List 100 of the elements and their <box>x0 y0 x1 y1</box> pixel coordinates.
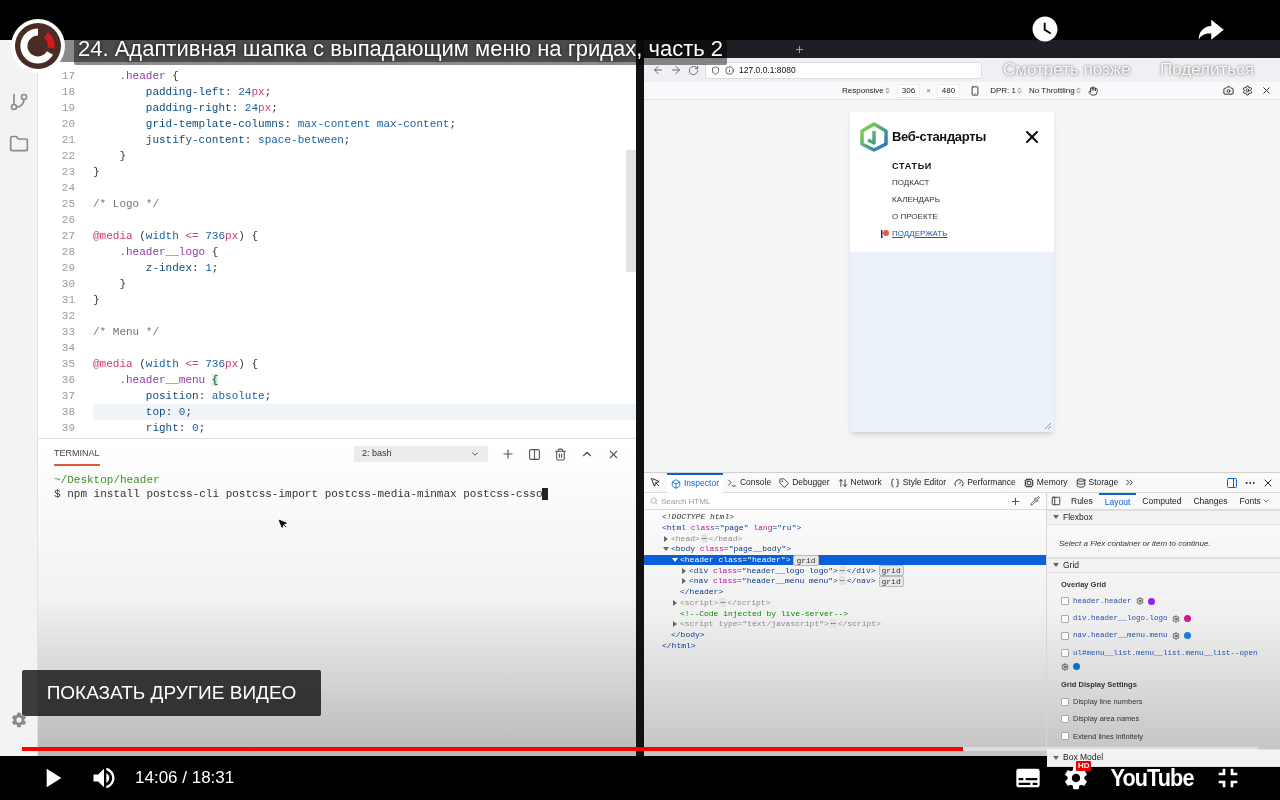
tree-row[interactable]: <script> ⋯ </script> <box>644 597 1046 609</box>
pick-element-icon[interactable] <box>650 477 661 488</box>
width-field[interactable]: 306 <box>896 83 921 98</box>
terminal-tab[interactable]: TERMINAL <box>54 442 100 466</box>
shell-dropdown[interactable]: 2: bash <box>354 446 488 462</box>
screenshot-icon[interactable] <box>1223 85 1234 96</box>
expand-arrow-icon[interactable] <box>672 557 678 564</box>
devtools-tab[interactable]: Storage <box>1071 472 1123 493</box>
checkbox[interactable] <box>1061 732 1069 741</box>
tree-row[interactable]: <html class="page" lang="ru"> <box>644 522 1046 534</box>
checkbox[interactable] <box>1061 714 1069 723</box>
checkbox[interactable] <box>1061 649 1069 658</box>
tree-node-text: <!--Code injected by live-server--> <box>680 607 849 620</box>
sidebar-tab[interactable]: Fonts <box>1233 492 1276 510</box>
site-logo-icon <box>860 122 888 152</box>
tree-node-text: <head> ⋯ </head> <box>671 532 743 545</box>
grid-badge[interactable]: grid <box>878 575 904 587</box>
sidebar-tab[interactable]: Rules <box>1065 492 1099 510</box>
checkbox[interactable] <box>1061 697 1069 706</box>
checkbox[interactable] <box>1061 631 1069 640</box>
tree-row[interactable]: <body class="page__body"> <box>644 544 1046 555</box>
rotate-icon[interactable] <box>970 85 981 96</box>
line-number: 34 <box>60 340 75 356</box>
expand-arrow-icon[interactable] <box>672 599 678 606</box>
new-tab-icon[interactable] <box>794 43 805 55</box>
expand-arrow-icon[interactable] <box>663 535 669 542</box>
trash-icon[interactable] <box>554 447 567 461</box>
reload-icon[interactable] <box>688 64 699 76</box>
close-icon[interactable] <box>1261 85 1272 96</box>
devtools-tab[interactable]: Style Editor <box>885 472 951 493</box>
menu-link[interactable]: КАЛЕНДАРЬ <box>892 194 940 206</box>
devtools-tab[interactable]: Performance <box>950 472 1020 493</box>
folder-icon[interactable] <box>8 134 29 154</box>
menu-link[interactable]: О ПРОЕКТЕ <box>892 211 938 223</box>
devtools-tab[interactable]: Console <box>722 472 776 493</box>
gear-icon[interactable] <box>10 711 28 729</box>
sidebar-tab[interactable]: Computed <box>1136 492 1188 510</box>
dpr-select[interactable]: DPR: 1 <box>990 84 1023 97</box>
grid-badge[interactable]: grid <box>793 554 819 566</box>
code-line: justify-content: space-between; <box>144 133 352 148</box>
code-line: right: 0; <box>144 421 207 436</box>
gear-icon[interactable] <box>1061 662 1069 671</box>
devtools-tab[interactable]: Memory <box>1019 472 1072 493</box>
line-number: 37 <box>60 388 75 404</box>
tree-row[interactable]: <!--Code injected by live-server--> <box>644 608 1046 619</box>
watch-later-button[interactable]: Смотреть позже <box>1003 57 1131 83</box>
caret-icon <box>1074 87 1082 94</box>
panel-toggle-icon[interactable] <box>1051 496 1061 506</box>
expand-arrow-icon[interactable] <box>681 567 687 574</box>
tree-row[interactable]: <header class="header"> grid <box>644 554 1046 566</box>
grid-badge[interactable]: grid <box>878 565 904 577</box>
more-tabs-icon[interactable] <box>1124 477 1136 488</box>
gear-icon[interactable] <box>1171 631 1180 640</box>
devtools-tab[interactable]: Debugger <box>775 472 834 493</box>
tree-row[interactable]: <nav class="header__menu menu"> ⋯ </nav> grid <box>644 576 1046 587</box>
expand-arrow-icon[interactable] <box>681 578 687 585</box>
channel-logo[interactable] <box>10 18 66 74</box>
menu-link[interactable]: ПОДКАСТ <box>892 177 930 189</box>
line-number: 33 <box>60 324 75 340</box>
caret-icon <box>883 87 891 94</box>
resize-handle-icon[interactable] <box>1044 422 1052 430</box>
height-field[interactable]: 480 <box>936 83 961 98</box>
forward-icon[interactable] <box>670 64 682 76</box>
tree-row[interactable]: <div class="header__logo logo"> ⋯ </div> grid <box>644 565 1046 577</box>
touch-icon[interactable] <box>1087 85 1098 96</box>
devtools-tab[interactable]: Network <box>833 472 886 493</box>
progress-track[interactable] <box>22 747 1258 751</box>
tree-row[interactable]: <head> ⋯ </head> <box>644 533 1046 545</box>
back-icon[interactable] <box>652 64 664 76</box>
sidebar-tab[interactable]: Changes <box>1187 492 1234 510</box>
devtools-tab[interactable]: Inspector <box>667 472 723 493</box>
tree-row[interactable]: <script type="text/javascript"> ⋯ </script> <box>644 618 1046 630</box>
settings-icon[interactable] <box>1242 85 1253 96</box>
gear-icon[interactable] <box>1171 614 1180 623</box>
line-number: 35 <box>60 356 75 372</box>
more-videos-button[interactable]: ПОКАЗАТЬ ДРУГИЕ ВИДЕО <box>22 670 321 716</box>
split-icon[interactable] <box>528 447 541 461</box>
add-icon[interactable] <box>1010 495 1021 507</box>
tree-row[interactable]: <!DOCTYPE html> <box>644 512 1046 523</box>
source-control-icon[interactable] <box>8 92 29 112</box>
tree-node-text: </html> <box>662 639 696 652</box>
throttling-select[interactable]: No Throttling <box>1029 84 1082 97</box>
eyedropper-icon[interactable] <box>1030 496 1040 506</box>
menu-link[interactable]: СТАТЬИ <box>892 160 932 172</box>
device-select[interactable]: Responsive <box>842 84 891 97</box>
clock-icon[interactable] <box>1030 14 1060 44</box>
expand-arrow-icon[interactable] <box>672 621 678 628</box>
dock-icon[interactable] <box>1226 476 1238 489</box>
code-line: @media (width <= 736px) { <box>93 229 260 244</box>
braces-icon <box>889 477 900 488</box>
site-name[interactable]: Веб-стандарты <box>892 127 986 147</box>
support-link[interactable]: ПОДДЕРЖАТЬ <box>892 228 948 240</box>
expand-arrow-icon[interactable] <box>663 546 669 553</box>
share-button[interactable]: Поделиться <box>1160 57 1254 83</box>
checkbox[interactable] <box>1061 614 1069 623</box>
gear-icon[interactable] <box>1135 597 1144 606</box>
url-field[interactable]: 127.0.0.1:8080 <box>705 61 982 79</box>
checkbox[interactable] <box>1061 597 1069 606</box>
section-header[interactable]: Flexbox <box>1047 510 1280 525</box>
scrollbar[interactable] <box>626 150 636 272</box>
